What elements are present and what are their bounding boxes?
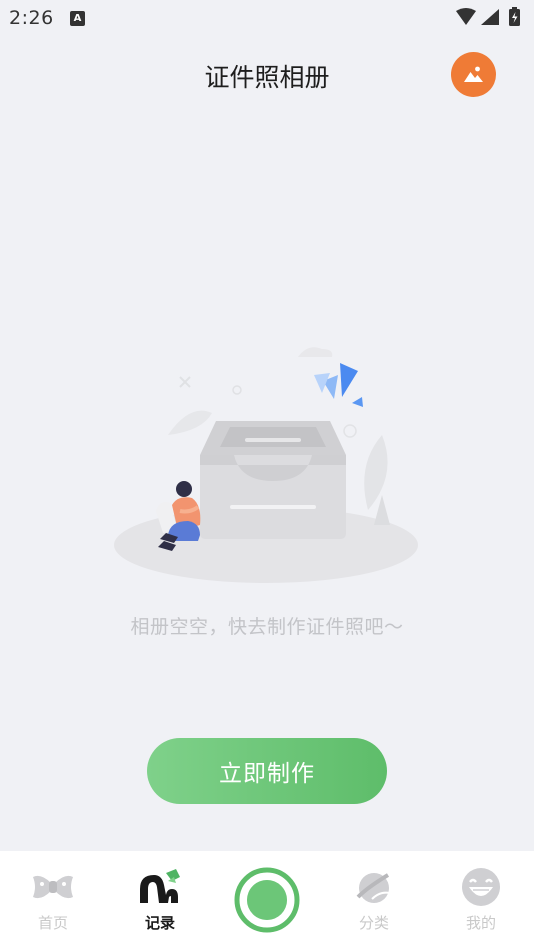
bow-tie-icon [33,875,73,899]
nav-item-home[interactable]: 首页 [0,851,106,951]
app-screen: 2:26 A 证件照相册 相册空空，快去制作证件照吧～ 立即制作 首页 记录 分… [0,0,534,951]
tree-small [374,495,390,525]
inbox-tray [200,421,346,539]
nav-item-category[interactable]: 分类 [321,851,427,951]
status-bar: 2:26 A [0,0,534,36]
x-mark [179,376,191,388]
gallery-button[interactable] [451,52,496,97]
battery-icon [509,7,520,26]
a-badge-icon: A [70,11,85,26]
empty-inbox-illustration [114,347,418,583]
nav-item-records[interactable]: 记录 [107,851,213,951]
empty-message: 相册空空，快去制作证件照吧～ [130,616,404,638]
camera-shutter-icon[interactable] [234,867,300,933]
record-icon [140,869,180,903]
leaf-right [364,435,388,510]
ring-mark [343,424,357,438]
bottom-nav: 首页 记录 分类 我的 [0,851,534,951]
category-icon [356,873,391,903]
nav-label-mine: 我的 [465,914,496,932]
cloud-top [298,347,333,357]
nav-label-category: 分类 [358,914,389,932]
signal-icon [481,9,499,25]
create-now-button[interactable]: 立即制作 [147,738,387,804]
leaf-left [168,410,212,435]
nav-item-mine[interactable]: 我的 [428,851,534,951]
status-icons [456,7,520,26]
wifi-icon [456,8,476,25]
status-time: 2:26 [9,7,54,29]
dot-mark [232,385,242,395]
nav-label-home: 首页 [37,914,68,932]
face-icon [462,868,500,906]
blue-burst [314,363,363,407]
gallery-icon [464,66,483,82]
nav-label-records: 记录 [144,914,175,932]
